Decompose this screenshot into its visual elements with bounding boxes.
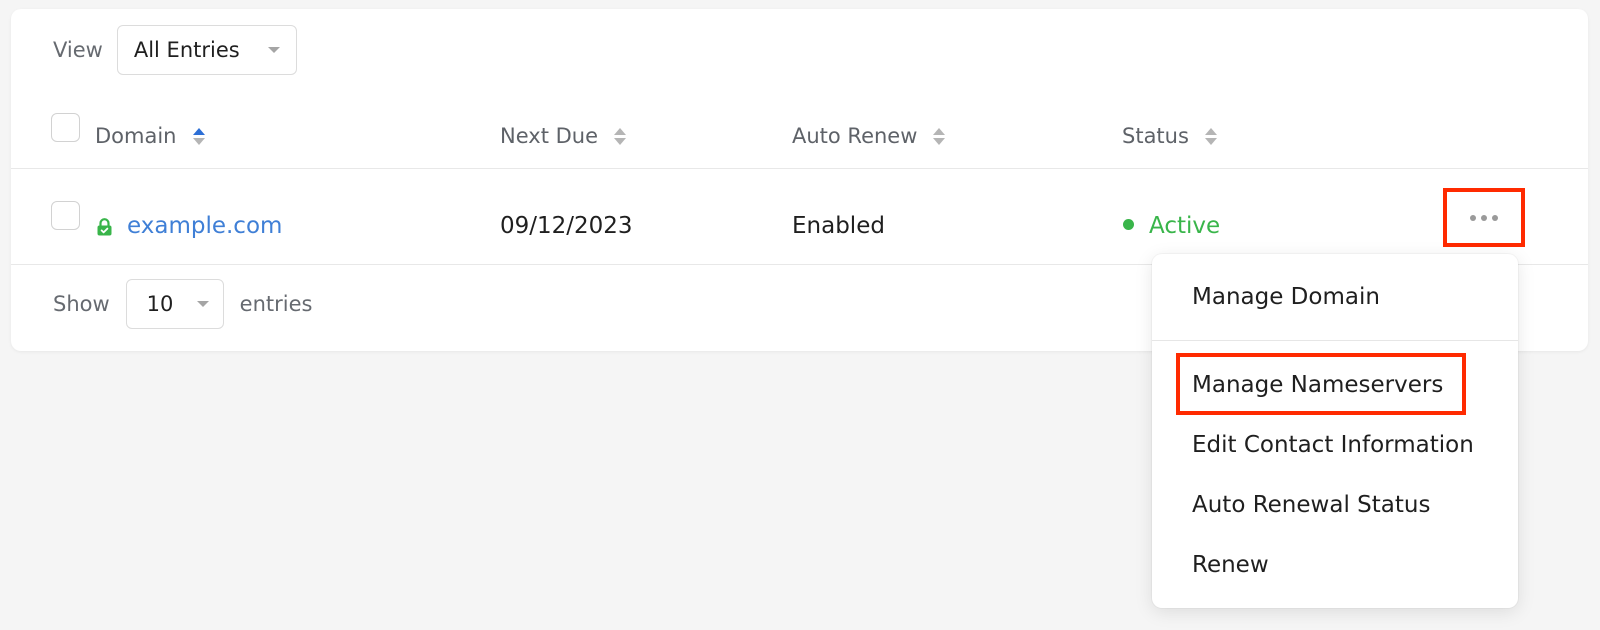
sort-icon [933,127,946,145]
menu-item-renew[interactable]: Renew [1192,552,1269,578]
column-header-domain[interactable]: Domain [95,124,205,148]
column-header-label: Next Due [500,124,598,148]
sort-icon [1204,127,1217,145]
menu-divider [1152,340,1518,341]
menu-item-auto-renewal-status[interactable]: Auto Renewal Status [1192,492,1430,518]
header-divider [11,168,1588,169]
entries-per-page: Show 10 entries [53,279,312,329]
entries-select-value: 10 [146,292,174,316]
column-header-auto-renew[interactable]: Auto Renew [792,124,946,148]
lock-icon [97,218,112,236]
show-label: Show [53,292,110,316]
entries-label: entries [239,292,313,316]
column-header-label: Auto Renew [792,124,918,148]
chevron-down-icon [196,301,209,307]
next-due-date: 09/12/2023 [500,213,633,239]
status-badge: Active [1149,213,1221,239]
more-actions-icon [1470,214,1476,221]
actions-menu: Manage Domain Manage Nameservers Edit Co… [1152,254,1518,608]
view-filter: View All Entries [53,25,297,75]
select-all-checkbox[interactable] [51,113,80,142]
auto-renew-value: Enabled [792,213,885,239]
sort-icon [614,127,626,145]
domain-link[interactable]: example.com [127,213,282,239]
view-label: View [53,38,103,62]
more-actions-button[interactable] [1443,188,1525,247]
entries-select[interactable]: 10 [125,279,224,329]
menu-item-manage-nameservers[interactable]: Manage Nameservers [1192,372,1443,398]
column-header-status[interactable]: Status [1122,124,1217,148]
menu-item-edit-contact-information[interactable]: Edit Contact Information [1192,432,1474,458]
menu-item-manage-domain[interactable]: Manage Domain [1192,284,1380,310]
view-select[interactable]: All Entries [116,25,297,75]
sort-icon [192,127,205,145]
column-header-label: Domain [95,124,177,148]
view-select-value: All Entries [133,38,240,62]
chevron-down-icon [267,47,280,53]
row-checkbox[interactable] [51,201,80,230]
column-header-next-due[interactable]: Next Due [500,124,626,148]
column-header-label: Status [1122,124,1189,148]
more-actions-icon [1481,214,1487,221]
more-actions-icon [1492,214,1498,221]
status-dot [1123,219,1134,230]
